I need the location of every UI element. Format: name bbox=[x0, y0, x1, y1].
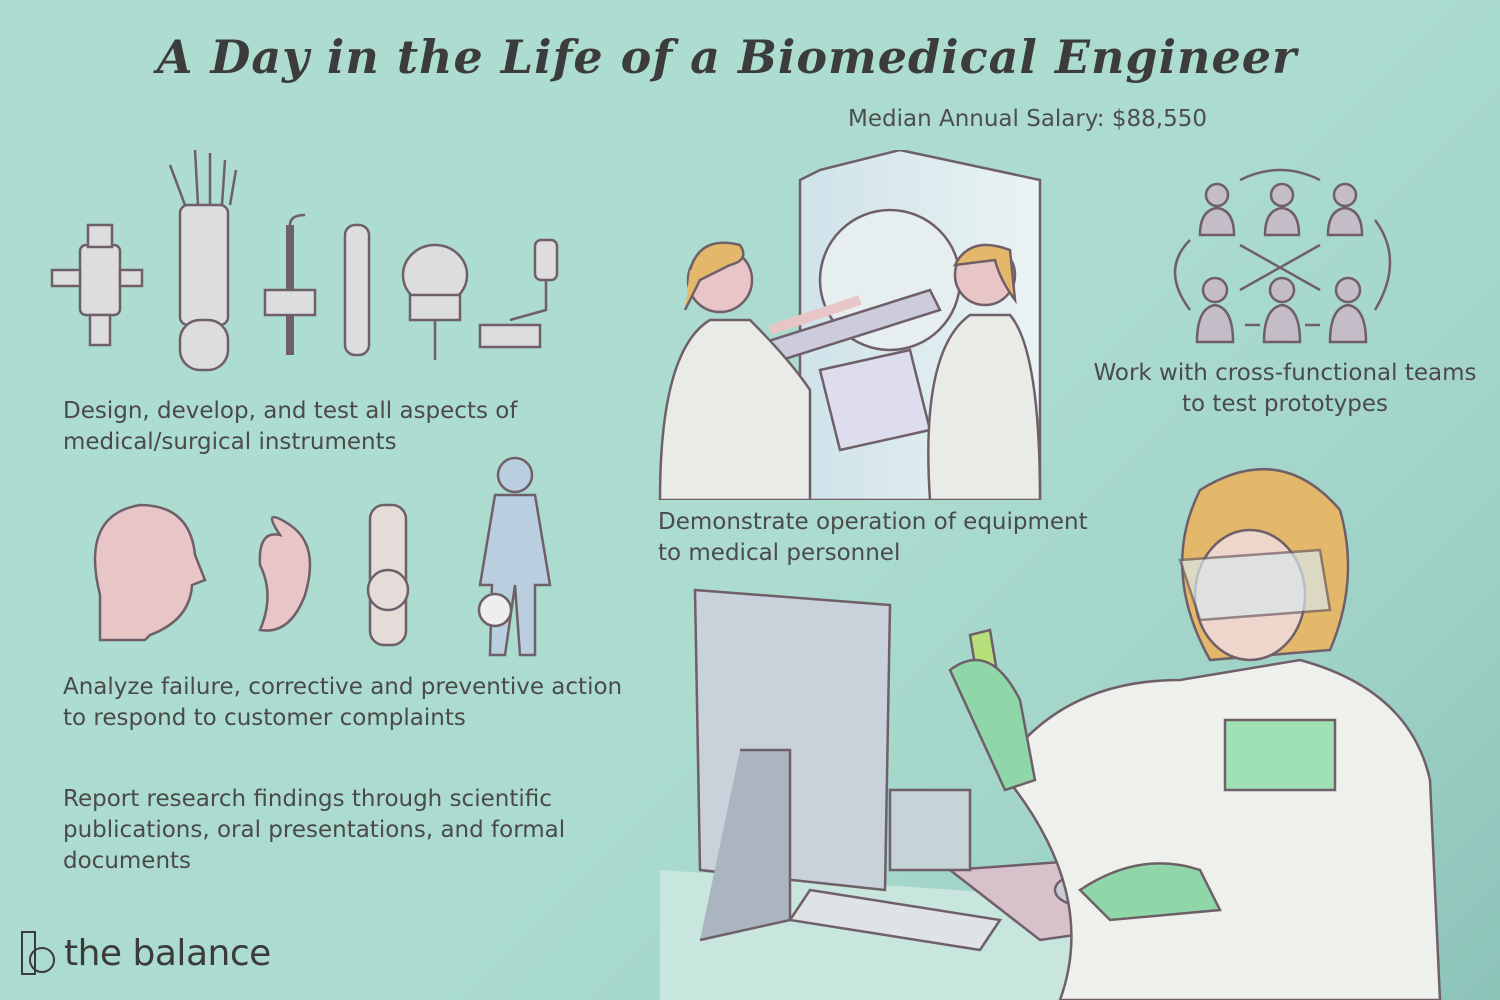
cross-functional-team-illustration bbox=[1173, 168, 1392, 344]
engineer-at-computer-illustration bbox=[660, 467, 1442, 1000]
surgical-instruments-illustration bbox=[50, 149, 559, 372]
teams-caption: Work with cross-functional teams to test… bbox=[1093, 360, 1477, 417]
brand-logo: the balance bbox=[20, 930, 271, 976]
brand-name: the balance bbox=[64, 932, 271, 974]
balance-logo-icon bbox=[21, 931, 55, 975]
analyze-caption: Analyze failure, corrective and preventi… bbox=[63, 674, 623, 731]
salary-label: Median Annual Salary: $88,550 bbox=[848, 106, 1207, 132]
body-parts-illustration bbox=[93, 456, 552, 657]
design-caption: Design, develop, and test all aspects of… bbox=[63, 398, 518, 455]
report-caption: Report research findings through scienti… bbox=[63, 786, 566, 874]
mri-demonstration-illustration bbox=[658, 150, 1042, 500]
page-title: A Day in the Life of a Biomedical Engine… bbox=[156, 30, 1298, 84]
